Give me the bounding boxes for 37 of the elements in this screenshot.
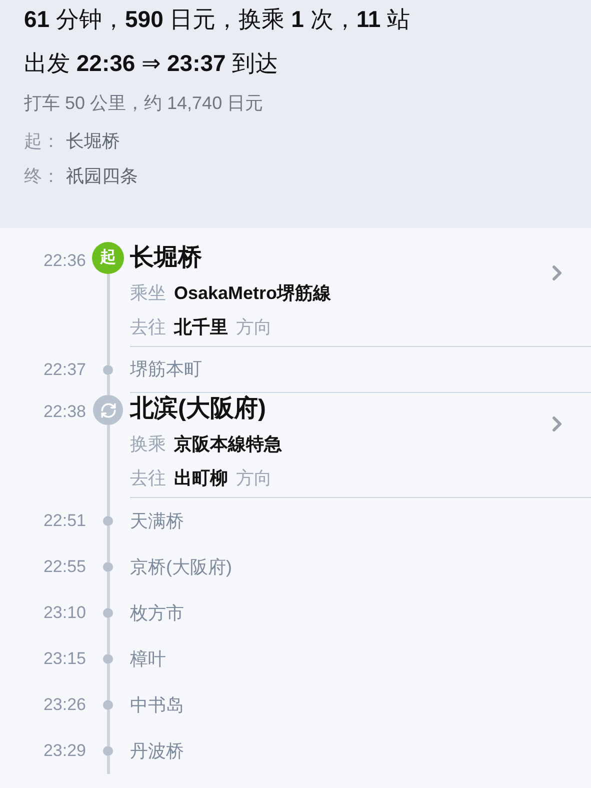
taxi-estimate: 打车 50 公里，约 14,740 日元 bbox=[24, 92, 264, 115]
line-label: 换乘 bbox=[130, 433, 166, 456]
trip-times: 出发 22:36 ⇒ 23:37 到达 bbox=[24, 49, 280, 78]
direction-station: 出町柳 bbox=[174, 467, 228, 490]
stop-name: 堺筋本町 bbox=[130, 358, 202, 381]
destination-value: 祇园四条 bbox=[66, 165, 138, 188]
stop-name: 樟叶 bbox=[130, 648, 166, 670]
trip-summary: 61 分钟，590 日元，换乘 1 次，11 站 bbox=[24, 5, 412, 34]
destination-label: 终： bbox=[24, 165, 61, 188]
origin-label: 起： bbox=[24, 130, 61, 153]
line-label: 乘坐 bbox=[130, 282, 166, 305]
stop-name: 天满桥 bbox=[130, 510, 184, 532]
stop-time: 23:10 bbox=[42, 602, 86, 624]
direction-station: 北千里 bbox=[174, 316, 228, 339]
stop-name: 丹波桥 bbox=[130, 740, 184, 762]
direction-suffix: 方向 bbox=[236, 467, 272, 490]
stop-time: 23:26 bbox=[42, 694, 86, 716]
departure-time: 22:36 bbox=[42, 250, 86, 272]
line-name[interactable]: 京阪本線特急 bbox=[174, 431, 282, 457]
station-name[interactable]: 北滨(大阪府) bbox=[130, 393, 545, 425]
direction-label: 去往 bbox=[130, 316, 166, 339]
origin-value: 长堀桥 bbox=[66, 130, 120, 153]
direction-suffix: 方向 bbox=[236, 316, 272, 339]
stop-name: 枚方市 bbox=[130, 602, 184, 624]
stop-time: 23:15 bbox=[42, 648, 86, 670]
station-name[interactable]: 长堀桥 bbox=[130, 242, 545, 274]
start-badge: 起 bbox=[92, 242, 124, 274]
stop-time: 22:55 bbox=[42, 556, 86, 578]
stop-time: 23:29 bbox=[42, 740, 86, 762]
stop-name: 中书岛 bbox=[130, 694, 184, 716]
transfer-icon bbox=[93, 395, 123, 425]
stop-time: 22:37 bbox=[42, 359, 86, 382]
direction-label: 去往 bbox=[130, 467, 166, 490]
departure-time: 22:38 bbox=[42, 401, 86, 423]
stop-name: 京桥(大阪府) bbox=[130, 556, 232, 579]
stop-time: 22:51 bbox=[42, 510, 86, 532]
line-name[interactable]: OsakaMetro堺筋線 bbox=[174, 280, 332, 306]
